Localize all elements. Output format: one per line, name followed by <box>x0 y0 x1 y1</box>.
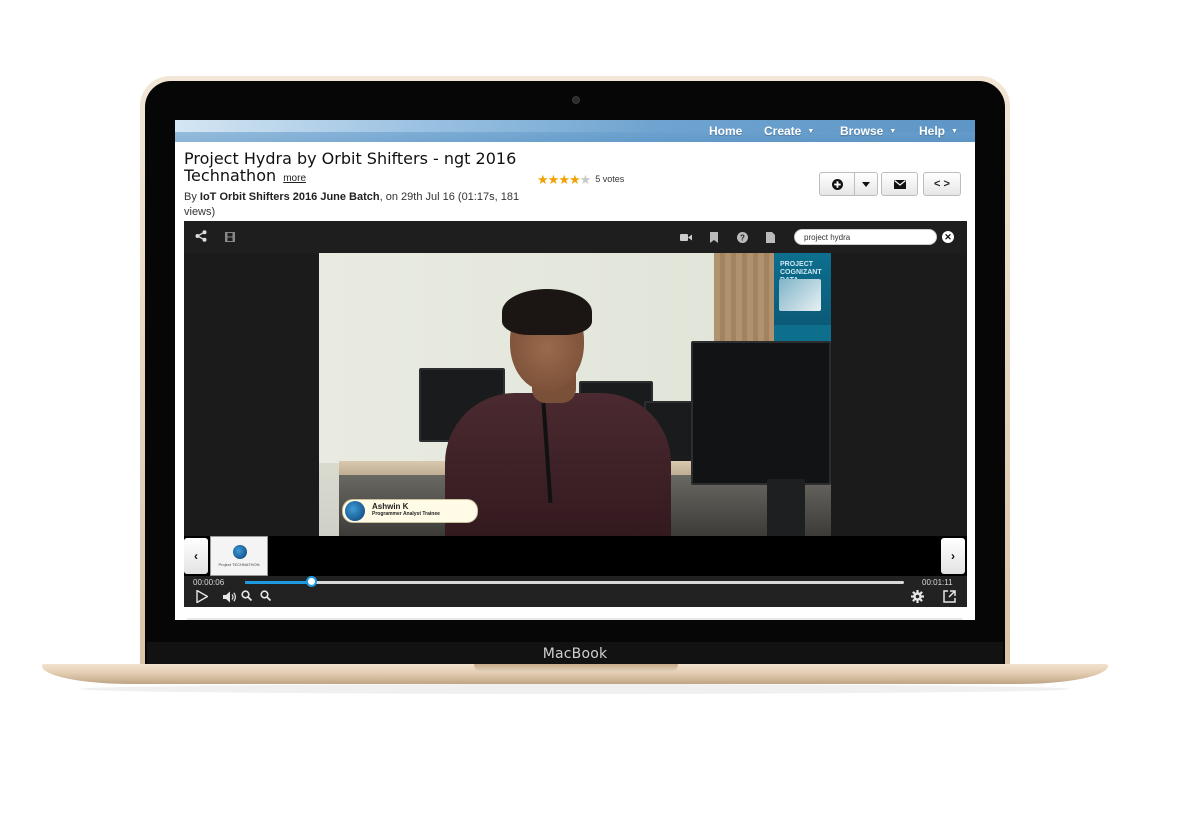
star-icon[interactable]: ★ <box>569 172 581 187</box>
email-button[interactable] <box>881 172 918 196</box>
brand-label: MacBook <box>542 646 608 662</box>
add-dropdown-button[interactable] <box>854 172 878 196</box>
rating-stars[interactable]: ★★★★★ <box>537 172 592 187</box>
plus-circle-icon <box>831 178 843 190</box>
transcript-search-input[interactable]: project hydra <box>794 229 937 245</box>
popout-icon[interactable] <box>943 590 956 603</box>
chevron-left-icon: ‹ <box>194 549 198 563</box>
thumbnail-logo <box>233 545 247 559</box>
prev-chapter-button[interactable]: ‹ <box>184 538 208 574</box>
wall-poster: PROJECT COGNIZANT DATA <box>774 253 831 325</box>
video-title: Project Hydra by Orbit Shifters - ngt 20… <box>184 149 517 185</box>
duration: 00:01:11 <box>922 578 953 587</box>
nav-browse[interactable]: Browse ▼ <box>840 124 896 138</box>
clear-search-icon[interactable]: ✕ <box>942 231 954 243</box>
bookmark-icon[interactable] <box>710 232 718 243</box>
author-link[interactable]: IoT Orbit Shifters 2016 June Batch <box>200 191 380 203</box>
presenter-hair <box>502 289 592 335</box>
add-button[interactable] <box>819 172 855 196</box>
star-icon[interactable]: ★ <box>580 172 592 187</box>
laptop-hinge-notch <box>474 664 678 672</box>
lower-third: Ashwin K Programmer Analyst Trainee <box>342 499 478 523</box>
presenter-body <box>445 393 671 536</box>
next-chapter-button[interactable]: › <box>941 538 965 574</box>
votes-count: 5 votes <box>595 174 625 184</box>
share-icon[interactable] <box>195 230 207 242</box>
nav-help[interactable]: Help ▼ <box>919 124 958 138</box>
nav-home[interactable]: Home <box>709 124 742 138</box>
top-nav: Home Create ▼ Browse ▼ Help ▼ <box>175 120 975 142</box>
nav-browse-label: Browse <box>840 124 884 138</box>
page-title: Project Hydra by Orbit Shifters - ngt 20… <box>184 150 544 187</box>
play-icon[interactable] <box>196 590 208 603</box>
zoom-out-icon[interactable] <box>260 590 271 601</box>
video-player: ? project hydra ✕ PROJECT COGNIZANT DATA <box>184 221 967 607</box>
chapter-thumbnail[interactable]: Project TECHNATHON <box>210 536 268 576</box>
byline-prefix: By <box>184 191 200 203</box>
chevron-down-icon: ▼ <box>889 128 897 136</box>
envelope-icon <box>893 179 906 189</box>
embed-button[interactable]: < > <box>923 172 961 196</box>
chapter-strip <box>184 536 967 576</box>
star-icon[interactable]: ★ <box>537 172 549 187</box>
chevron-down-icon: ▼ <box>807 128 815 136</box>
current-time: 00:00:06 <box>193 578 225 587</box>
film-icon[interactable] <box>225 232 235 242</box>
poster-image <box>779 279 821 311</box>
foreground-monitor <box>691 341 831 485</box>
player-controls: 00:00:06 00:01:11 <box>184 576 967 607</box>
seek-handle[interactable] <box>306 576 317 587</box>
star-icon[interactable]: ★ <box>548 172 560 187</box>
help-icon[interactable]: ? <box>737 232 748 243</box>
thumbnail-caption: Project TECHNATHON <box>218 562 260 567</box>
nav-help-label: Help <box>919 124 946 138</box>
star-icon[interactable]: ★ <box>558 172 570 187</box>
caret-down-icon <box>862 181 870 187</box>
webcam <box>572 96 580 104</box>
nav-home-label: Home <box>709 124 743 138</box>
presenter-name: Ashwin K <box>372 502 409 511</box>
svg-text:?: ? <box>740 234 745 243</box>
laptop-chin: MacBook <box>147 642 1003 666</box>
nav-create[interactable]: Create ▼ <box>764 124 814 138</box>
video-frame[interactable]: PROJECT COGNIZANT DATA Ashwin K Programm… <box>319 253 831 536</box>
chevron-right-icon: › <box>951 549 955 563</box>
more-link[interactable]: more <box>283 173 306 184</box>
volume-icon[interactable] <box>223 591 237 603</box>
laptop-shadow <box>80 684 1070 694</box>
seek-progress <box>245 581 311 584</box>
seek-bar[interactable] <box>245 576 904 587</box>
presenter-role: Programmer Analyst Trainee <box>372 511 440 517</box>
monitor-stand <box>767 479 805 536</box>
video-camera-icon[interactable] <box>680 233 692 242</box>
settings-gear-icon[interactable] <box>911 590 924 603</box>
document-icon[interactable] <box>766 232 775 243</box>
browser-screen: Home Create ▼ Browse ▼ Help ▼ Project Hydra… <box>175 120 975 620</box>
star-rating[interactable]: ★★★★★ 5 votes <box>537 172 624 188</box>
byline: By IoT Orbit Shifters 2016 June Batch, o… <box>184 190 544 220</box>
nav-create-label: Create <box>764 124 802 138</box>
zoom-in-icon[interactable] <box>241 590 252 601</box>
content-divider <box>187 618 963 620</box>
player-toolbar: ? project hydra ✕ <box>184 221 967 253</box>
globe-logo-icon <box>345 501 365 521</box>
chevron-down-icon: ▼ <box>951 128 958 136</box>
